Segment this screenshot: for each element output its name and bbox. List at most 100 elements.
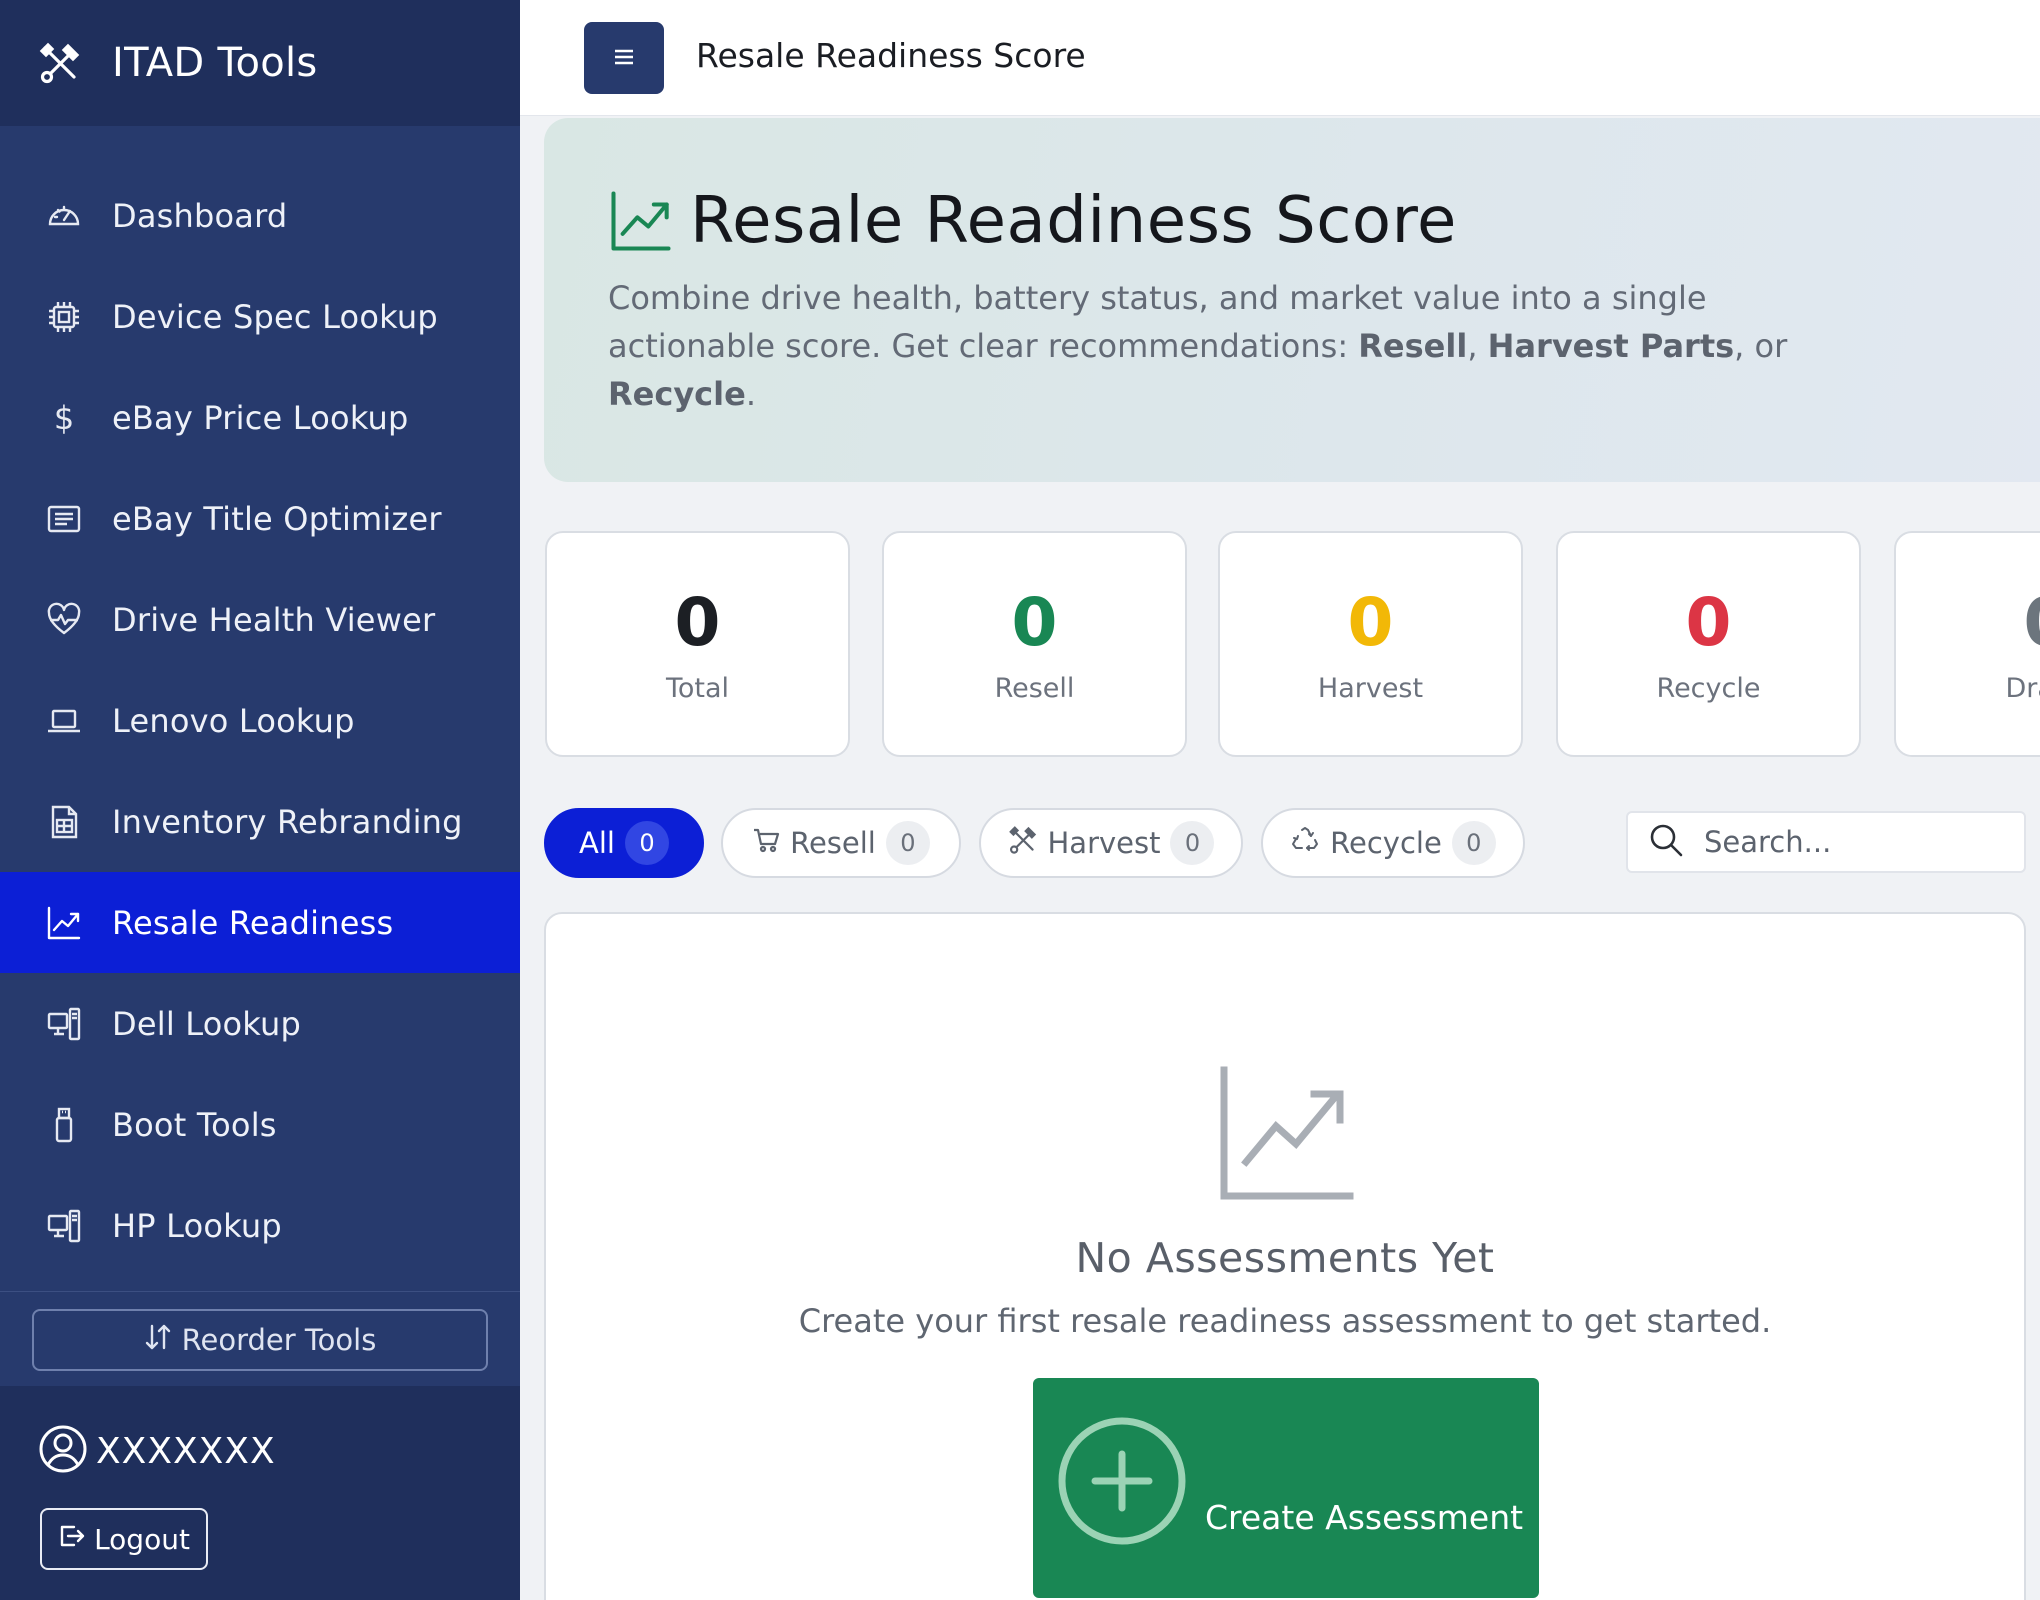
pc-display-icon — [44, 1206, 84, 1246]
hero-title: Resale Readiness Score — [690, 184, 1457, 258]
sidebar-item-boot-tools[interactable]: Boot Tools — [0, 1074, 520, 1175]
sidebar-item-drive-health-viewer[interactable]: Drive Health Viewer — [0, 569, 520, 670]
user-section: XXXXXXX Logout — [0, 1386, 520, 1600]
stat-label: Drafts — [2005, 673, 2040, 704]
hero-sep-1: , — [1467, 327, 1488, 365]
sidebar-item-label: Drive Health Viewer — [112, 600, 436, 639]
hamburger-icon — [612, 41, 636, 75]
create-assessment-button[interactable]: Create Assessment — [1033, 1378, 1539, 1598]
sidebar-item-label: Device Spec Lookup — [112, 297, 438, 336]
box-arrow-right-icon — [58, 1522, 86, 1557]
logout-button[interactable]: Logout — [40, 1508, 208, 1570]
sidebar-item-label: eBay Title Optimizer — [112, 499, 442, 538]
page-title: Resale Readiness Score — [696, 36, 1086, 75]
sidebar-item-label: eBay Price Lookup — [112, 398, 409, 437]
brand-title: ITAD Tools — [112, 40, 318, 86]
search-icon — [1648, 822, 1684, 862]
graph-up-icon — [1220, 1066, 1354, 1200]
sidebar-item-dell-lookup[interactable]: Dell Lookup — [0, 973, 520, 1074]
sidebar-item-label: Resale Readiness — [112, 903, 394, 942]
stat-label: Harvest — [1317, 673, 1424, 704]
empty-state-title: No Assessments Yet — [1075, 1234, 1495, 1282]
hero-sep-2: , or — [1734, 327, 1788, 365]
filter-all[interactable]: All 0 — [544, 808, 704, 878]
hero-banner: Resale Readiness Score Combine drive hea… — [544, 118, 2040, 482]
sidebar-item-label: Inventory Rebranding — [112, 802, 463, 841]
card-text-icon — [44, 499, 84, 539]
user-info: XXXXXXX — [38, 1424, 276, 1478]
sidebar-item-label: Lenovo Lookup — [112, 701, 355, 740]
sidebar-item-label: Boot Tools — [112, 1105, 277, 1144]
dollar-icon: $ — [53, 398, 75, 437]
hero-title-row: Resale Readiness Score — [608, 184, 1457, 258]
sidebar-item-label: Dashboard — [112, 196, 288, 235]
sidebar-nav: Dashboard Device Spec Lookup $ eBay Pric… — [0, 165, 520, 1276]
assessments-panel: No Assessments Yet Create your first res… — [544, 912, 2026, 1600]
search-input[interactable] — [1704, 825, 2024, 859]
sidebar-item-ebay-price-lookup[interactable]: $ eBay Price Lookup — [0, 367, 520, 468]
empty-state-description: Create your first resale readiness asses… — [798, 1302, 1772, 1340]
search-box — [1626, 811, 2026, 873]
hero-desc-suffix: . — [745, 375, 756, 413]
sidebar-item-resale-readiness[interactable]: Resale Readiness — [0, 872, 520, 973]
stat-value: 0 — [1347, 584, 1394, 661]
hero-description: Combine drive health, battery status, an… — [608, 274, 1868, 418]
arrow-down-up-icon — [144, 1322, 172, 1359]
filter-label: Recycle — [1330, 826, 1442, 860]
sidebar-item-ebay-title-optimizer[interactable]: eBay Title Optimizer — [0, 468, 520, 569]
laptop-icon — [44, 701, 84, 741]
hero-resell-text: Resell — [1358, 327, 1468, 365]
create-assessment-label: Create Assessment — [1205, 1498, 1524, 1537]
sidebar-item-inventory-rebranding[interactable]: Inventory Rebranding — [0, 771, 520, 872]
sidebar-item-device-spec-lookup[interactable]: Device Spec Lookup — [0, 266, 520, 367]
tools-icon — [38, 41, 82, 85]
reorder-tools-button[interactable]: Reorder Tools — [32, 1309, 488, 1371]
cart-icon — [752, 826, 780, 861]
filter-label: All — [579, 826, 615, 860]
brand[interactable]: ITAD Tools — [0, 0, 520, 126]
filter-harvest[interactable]: Harvest 0 — [979, 808, 1243, 878]
filter-count-badge: 0 — [1451, 821, 1496, 865]
stat-value: 0 — [1011, 584, 1058, 661]
filter-count-badge: 0 — [624, 821, 669, 865]
filter-recycle[interactable]: Recycle 0 — [1261, 808, 1525, 878]
person-circle-icon — [38, 1424, 88, 1478]
user-name: XXXXXXX — [96, 1430, 276, 1472]
graph-up-icon — [608, 188, 674, 254]
filter-resell[interactable]: Resell 0 — [721, 808, 961, 878]
recycle-icon — [1290, 825, 1320, 862]
filter-count-badge: 0 — [1170, 821, 1215, 865]
stat-value: 0 — [674, 584, 721, 661]
stat-card-resell: 0 Resell — [882, 531, 1187, 757]
sidebar-item-label: Dell Lookup — [112, 1004, 302, 1043]
filter-count-badge: 0 — [885, 821, 930, 865]
cpu-icon — [44, 297, 84, 337]
stat-card-recycle: 0 Recycle — [1556, 531, 1861, 757]
plus-circle-icon — [1057, 1416, 1187, 1546]
stat-label: Total — [665, 673, 730, 704]
stat-value: 0 — [1685, 584, 1732, 661]
filter-label: Harvest — [1047, 826, 1161, 860]
sidebar: ITAD Tools Dashboard Device Spec Lookup … — [0, 0, 520, 1600]
sidebar-item-hp-lookup[interactable]: HP Lookup — [0, 1175, 520, 1276]
logout-label: Logout — [94, 1522, 190, 1556]
speedometer-icon — [44, 196, 84, 236]
sidebar-divider — [0, 1291, 520, 1292]
stat-label: Resell — [994, 673, 1075, 704]
reorder-tools-label: Reorder Tools — [181, 1323, 377, 1357]
spreadsheet-icon — [44, 802, 84, 842]
stat-label: Recycle — [1656, 673, 1761, 704]
top-bar: Resale Readiness Score — [520, 0, 2040, 116]
heart-pulse-icon — [44, 600, 84, 640]
stat-card-harvest: 0 Harvest — [1218, 531, 1523, 757]
graph-up-icon — [44, 903, 84, 943]
stat-value: 0 — [1896, 583, 2040, 663]
sidebar-item-dashboard[interactable]: Dashboard — [0, 165, 520, 266]
tools-icon — [1008, 825, 1038, 862]
filter-label: Resell — [790, 826, 876, 860]
menu-toggle-button[interactable] — [584, 22, 664, 94]
stat-card-drafts: 0 Drafts — [1894, 531, 2040, 757]
stat-card-total: 0 Total — [545, 531, 850, 757]
sidebar-item-lenovo-lookup[interactable]: Lenovo Lookup — [0, 670, 520, 771]
hero-harvest-text: Harvest Parts — [1487, 327, 1735, 365]
